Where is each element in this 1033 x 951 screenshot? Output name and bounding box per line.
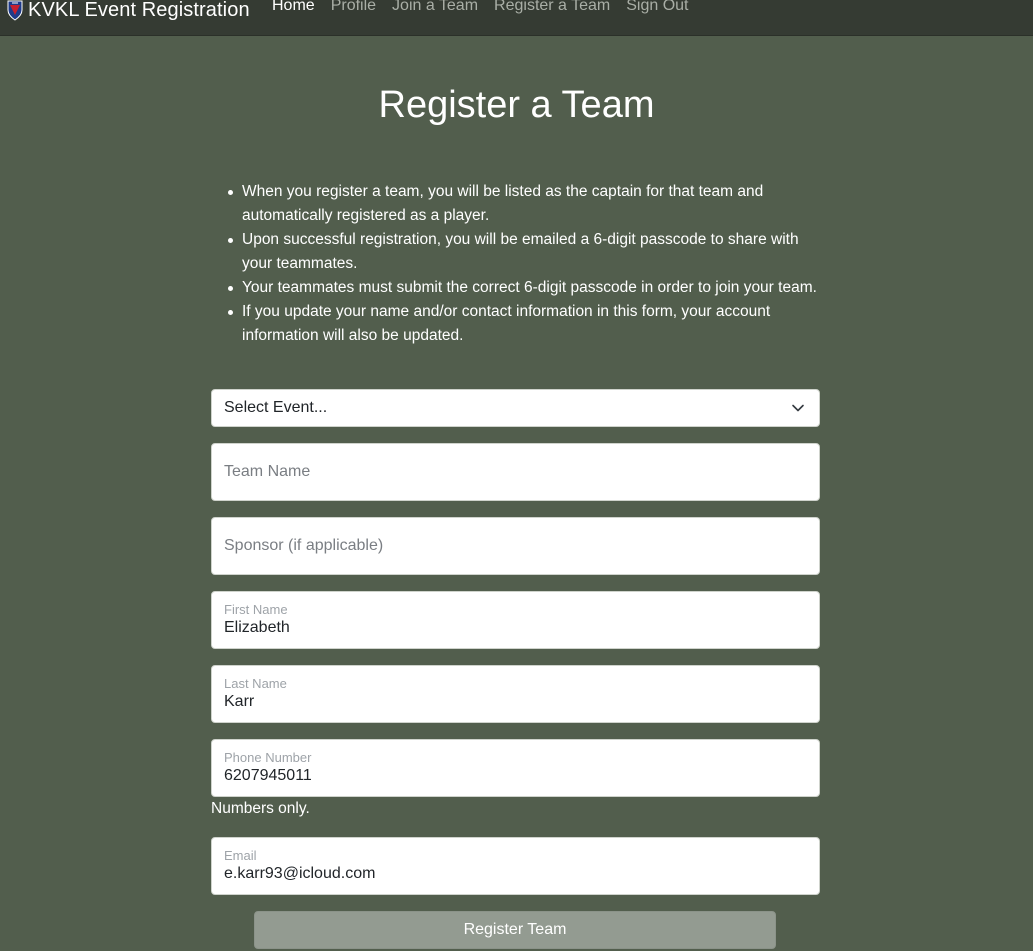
sponsor-placeholder: Sponsor (if applicable) [224,537,384,554]
email-label: Email [224,848,257,863]
nav-link-home[interactable]: Home [272,0,315,15]
nav-link-register-team[interactable]: Register a Team [494,0,610,15]
first-name-input[interactable]: First Name Elizabeth [211,591,820,649]
brand[interactable]: KVKL Event Registration [6,0,250,24]
brand-name: KVKL Event Registration [28,0,250,21]
info-item: If you update your name and/or contact i… [228,300,832,348]
last-name-label: Last Name [224,676,287,691]
email-input[interactable]: Email e.karr93@icloud.com [211,837,820,895]
event-select-value: Select Event... [224,399,328,416]
info-item: When you register a team, you will be li… [228,180,832,228]
info-item: Your teammates must submit the correct 6… [228,276,832,300]
shield-logo-icon [7,0,23,21]
info-list: When you register a team, you will be li… [228,180,832,348]
info-item: Upon successful registration, you will b… [228,228,832,276]
last-name-input[interactable]: Last Name Karr [211,665,820,723]
event-select[interactable]: Select Event... [211,389,820,427]
team-name-input[interactable]: Team Name [211,443,820,501]
page-title: Register a Team [378,84,655,126]
phone-value: 6207945011 [224,767,312,784]
phone-label: Phone Number [224,750,312,765]
team-name-placeholder: Team Name [224,463,311,480]
nav-link-join-team[interactable]: Join a Team [392,0,478,15]
phone-helper-text: Numbers only. [211,800,310,817]
register-team-button[interactable]: Register Team [254,911,776,949]
email-value: e.karr93@icloud.com [224,865,376,882]
first-name-value: Elizabeth [224,619,290,636]
nav-links: Home Profile Join a Team Register a Team… [272,0,689,15]
chevron-down-icon [792,404,804,412]
sponsor-input[interactable]: Sponsor (if applicable) [211,517,820,575]
nav-link-sign-out[interactable]: Sign Out [626,0,688,15]
last-name-value: Karr [224,693,255,710]
navbar: KVKL Event Registration Home Profile Joi… [0,0,1033,36]
nav-link-profile[interactable]: Profile [331,0,376,15]
phone-input[interactable]: Phone Number 6207945011 [211,739,820,797]
first-name-label: First Name [224,602,288,617]
